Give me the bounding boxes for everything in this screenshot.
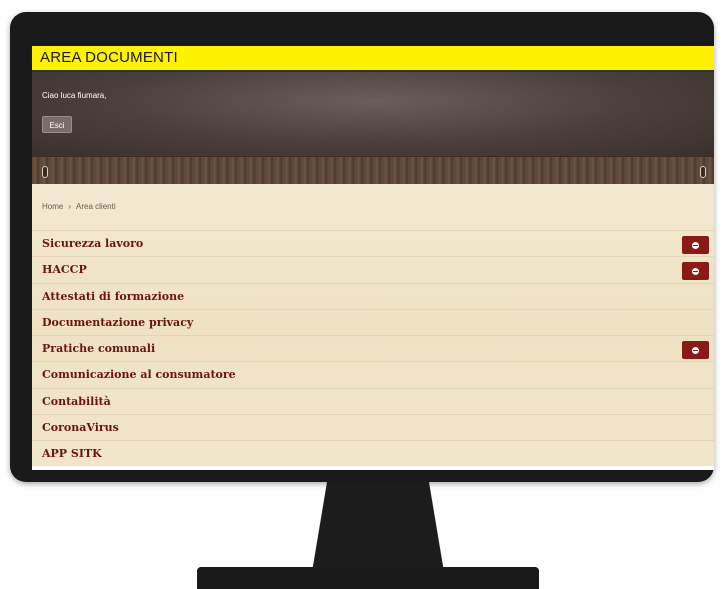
category-documentazione-privacy[interactable]: Documentazione privacy bbox=[32, 308, 714, 335]
user-header: Ciao luca fiumara, Esci bbox=[32, 72, 714, 156]
category-haccp[interactable]: HACCP bbox=[32, 256, 714, 282]
decorative-rail bbox=[32, 156, 714, 187]
logout-button[interactable]: Esci bbox=[42, 116, 72, 133]
breadcrumb-current: Area clienti bbox=[76, 202, 116, 211]
monitor-stand-neck bbox=[312, 482, 444, 572]
monitor-frame: AREA DOCUMENTI Ciao luca fiumara, Esci H… bbox=[10, 12, 714, 482]
title-bar: AREA DOCUMENTI bbox=[32, 46, 714, 72]
breadcrumb-separator: › bbox=[68, 202, 72, 211]
category-coronavirus[interactable]: CoronaVirus bbox=[32, 414, 714, 440]
main-content: Home › Area clienti Sicurezza lavoro HACCP… bbox=[32, 184, 714, 470]
category-pratiche-comunali[interactable]: Pratiche comunali bbox=[32, 335, 714, 361]
category-label[interactable]: Documentazione privacy bbox=[42, 316, 193, 329]
category-label[interactable]: APP SITK bbox=[42, 447, 102, 460]
document-category-list: Sicurezza lavoro HACCP Attestati di form… bbox=[32, 230, 714, 467]
right-ring-icon bbox=[700, 166, 706, 178]
expand-button[interactable] bbox=[682, 236, 709, 254]
minus-circle-icon bbox=[692, 347, 699, 355]
page-title: AREA DOCUMENTI bbox=[40, 49, 178, 66]
category-label[interactable]: Pratiche comunali bbox=[42, 342, 155, 355]
screen: AREA DOCUMENTI Ciao luca fiumara, Esci H… bbox=[32, 46, 714, 470]
left-ring-icon bbox=[42, 166, 48, 178]
screen-bottom-edge bbox=[32, 466, 714, 470]
category-label[interactable]: Comunicazione al consumatore bbox=[42, 368, 236, 381]
expand-button[interactable] bbox=[682, 262, 709, 281]
category-sicurezza-lavoro[interactable]: Sicurezza lavoro bbox=[32, 230, 714, 256]
expand-button[interactable] bbox=[682, 341, 709, 360]
greeting-text: Ciao luca fiumara, bbox=[42, 91, 107, 100]
category-label[interactable]: Sicurezza lavoro bbox=[42, 237, 143, 250]
breadcrumb: Home › Area clienti bbox=[42, 202, 116, 211]
category-label[interactable]: Contabilità bbox=[42, 395, 111, 408]
category-comunicazione-consumatore[interactable]: Comunicazione al consumatore bbox=[32, 361, 714, 387]
minus-circle-icon bbox=[692, 268, 699, 276]
category-app-sitk[interactable]: APP SITK bbox=[32, 440, 714, 466]
category-contabilita[interactable]: Contabilità bbox=[32, 387, 714, 414]
category-label[interactable]: Attestati di formazione bbox=[42, 290, 184, 303]
monitor-stand-base bbox=[197, 567, 539, 589]
category-label[interactable]: CoronaVirus bbox=[42, 421, 119, 434]
category-label[interactable]: HACCP bbox=[42, 263, 87, 276]
category-attestati-formazione[interactable]: Attestati di formazione bbox=[32, 282, 714, 309]
minus-circle-icon bbox=[692, 242, 699, 249]
breadcrumb-home-link[interactable]: Home bbox=[42, 202, 63, 211]
